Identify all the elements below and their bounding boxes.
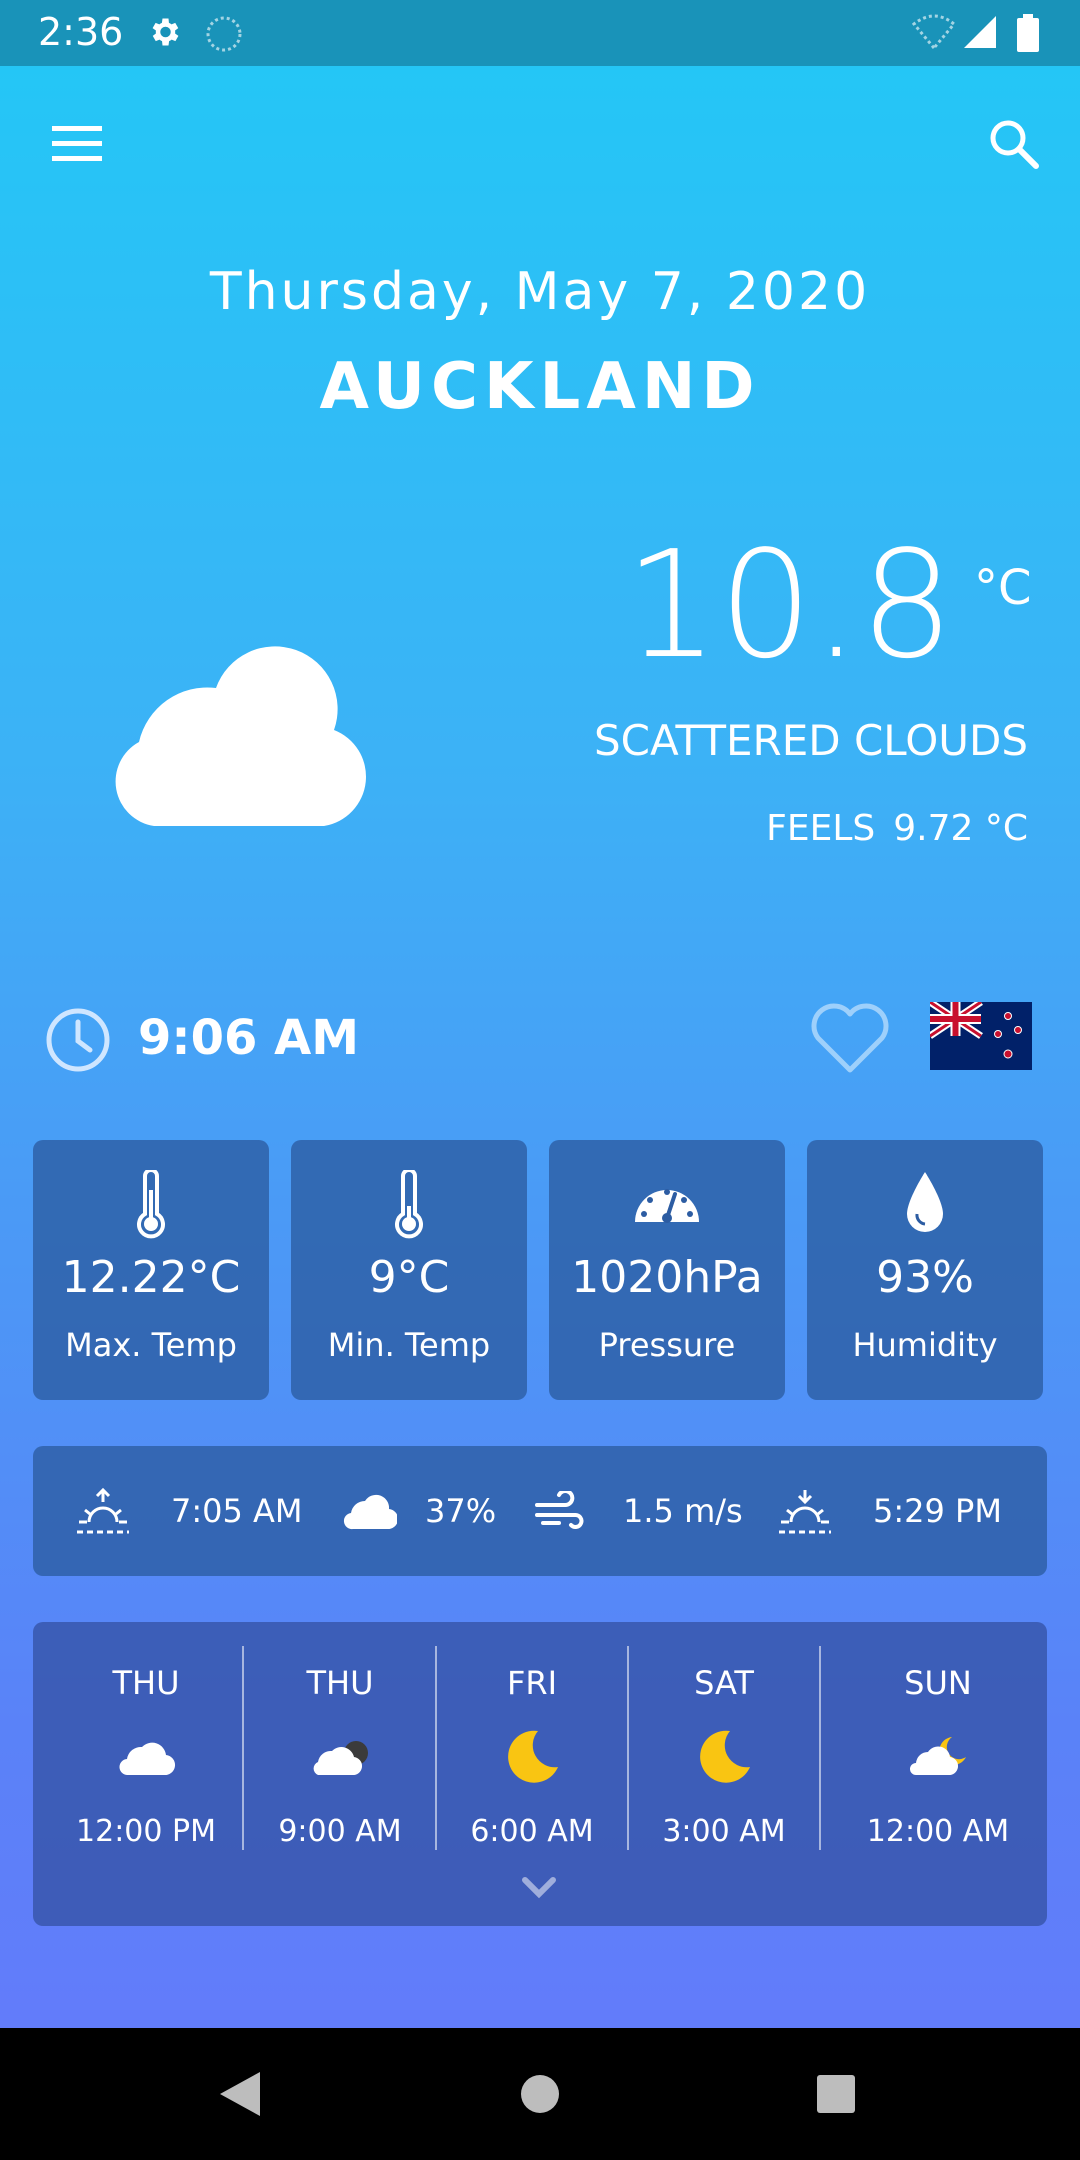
navigation-bar <box>0 2028 1080 2160</box>
favorite-heart-icon[interactable] <box>808 1000 892 1076</box>
back-icon[interactable] <box>218 2070 262 2118</box>
home-icon[interactable] <box>520 2074 560 2114</box>
thermometer-icon <box>137 1170 165 1239</box>
droplet-icon <box>907 1172 943 1232</box>
forecast-item: THU 9:00 AM <box>245 1622 435 1872</box>
moon-icon <box>508 1730 558 1783</box>
city-name: AUCKLAND <box>319 350 761 424</box>
hourly-forecast[interactable]: THU 12:00 PM THU 9:00 AM FRI 6:00 AM SAT… <box>33 1622 1047 1926</box>
forecast-divider <box>242 1646 244 1850</box>
forecast-day: FRI <box>506 1664 558 1702</box>
new-zealand-flag <box>930 1002 1032 1070</box>
wifi-icon <box>912 14 956 50</box>
forecast-item: FRI 6:00 AM <box>437 1622 627 1872</box>
feels-like: FEELS 9.72 °C <box>766 808 1028 849</box>
max-temp-value: 12.22°C <box>61 1252 241 1303</box>
sunrise-time: 7:05 AM <box>171 1492 303 1530</box>
cloud-night-icon <box>313 1741 368 1776</box>
pressure-card: 1020hPa Pressure <box>549 1140 785 1400</box>
status-time: 2:36 <box>38 10 124 54</box>
app-notification-icon <box>206 16 242 52</box>
min-temp-value: 9°C <box>368 1252 450 1303</box>
pressure-value: 1020hPa <box>571 1252 763 1303</box>
thermometer-icon <box>395 1170 423 1239</box>
wind-icon <box>535 1491 584 1529</box>
forecast-day: THU <box>112 1664 180 1702</box>
sunset-item: 5:29 PM <box>777 1446 1002 1576</box>
settings-gear-icon <box>152 18 179 46</box>
cloud-icon <box>119 1742 176 1776</box>
moon-icon <box>700 1730 750 1783</box>
recents-icon[interactable] <box>816 2074 856 2114</box>
cloud-icon <box>343 1494 397 1530</box>
sunrise-icon <box>77 1487 129 1534</box>
wind-speed: 1.5 m/s <box>623 1492 743 1530</box>
min-temp-card: 9°C Min. Temp <box>291 1140 527 1400</box>
pressure-label: Pressure <box>598 1326 736 1364</box>
feels-label: FEELS <box>766 808 876 849</box>
sunrise-item: 7:05 AM <box>75 1446 303 1576</box>
sunset-icon <box>779 1490 831 1534</box>
forecast-time: 6:00 AM <box>470 1814 594 1849</box>
forecast-divider <box>819 1646 821 1850</box>
forecast-time: 12:00 AM <box>866 1814 1010 1849</box>
humidity-card: 93% Humidity <box>807 1140 1043 1400</box>
max-temp-label: Max. Temp <box>65 1326 237 1364</box>
date-label: Thursday, May 7, 2020 <box>209 262 871 322</box>
gauge-icon <box>635 1189 699 1223</box>
forecast-time: 3:00 AM <box>662 1814 786 1849</box>
menu-icon[interactable] <box>50 124 106 164</box>
forecast-day: THU <box>306 1664 374 1702</box>
wind-item: 1.5 m/s <box>535 1446 743 1576</box>
min-temp-label: Min. Temp <box>327 1326 491 1364</box>
search-icon[interactable] <box>986 116 1042 172</box>
forecast-item: THU 12:00 PM <box>51 1622 241 1872</box>
chevron-down-icon[interactable] <box>519 1874 559 1904</box>
forecast-time: 9:00 AM <box>278 1814 402 1849</box>
battery-icon <box>1017 14 1039 52</box>
weather-description: SCATTERED CLOUDS <box>593 716 1028 765</box>
cloudiness-item: 37% <box>341 1446 496 1576</box>
forecast-day: SUN <box>904 1664 972 1702</box>
stats-cards: 12.22°C Max. Temp 9°C Min. Temp 1020hPa … <box>33 1140 1047 1400</box>
max-temp-card: 12.22°C Max. Temp <box>33 1140 269 1400</box>
cloudiness-value: 37% <box>425 1492 497 1530</box>
humidity-value: 93% <box>876 1252 974 1303</box>
cell-signal-icon <box>964 16 996 48</box>
forecast-item: SUN 12:00 AM <box>843 1622 1033 1872</box>
moon-cloud-icon <box>910 1737 966 1776</box>
conditions-bar: 7:05 AM 37% 1.5 m/s 5:29 PM <box>33 1446 1047 1576</box>
forecast-day: SAT <box>694 1664 754 1702</box>
feels-value: 9.72 °C <box>893 808 1028 849</box>
temperature-unit: °C <box>974 560 1032 616</box>
status-bar: 2:36 <box>0 0 1080 66</box>
clock-icon <box>46 1008 110 1072</box>
forecast-item: SAT 3:00 AM <box>629 1622 819 1872</box>
humidity-label: Humidity <box>852 1326 998 1364</box>
current-temperature: 10.8 <box>624 519 954 691</box>
cloud-icon <box>115 646 366 826</box>
forecast-time: 12:00 PM <box>76 1814 216 1849</box>
sunset-time: 5:29 PM <box>873 1492 1002 1530</box>
local-time: 9:06 AM <box>138 1010 360 1066</box>
